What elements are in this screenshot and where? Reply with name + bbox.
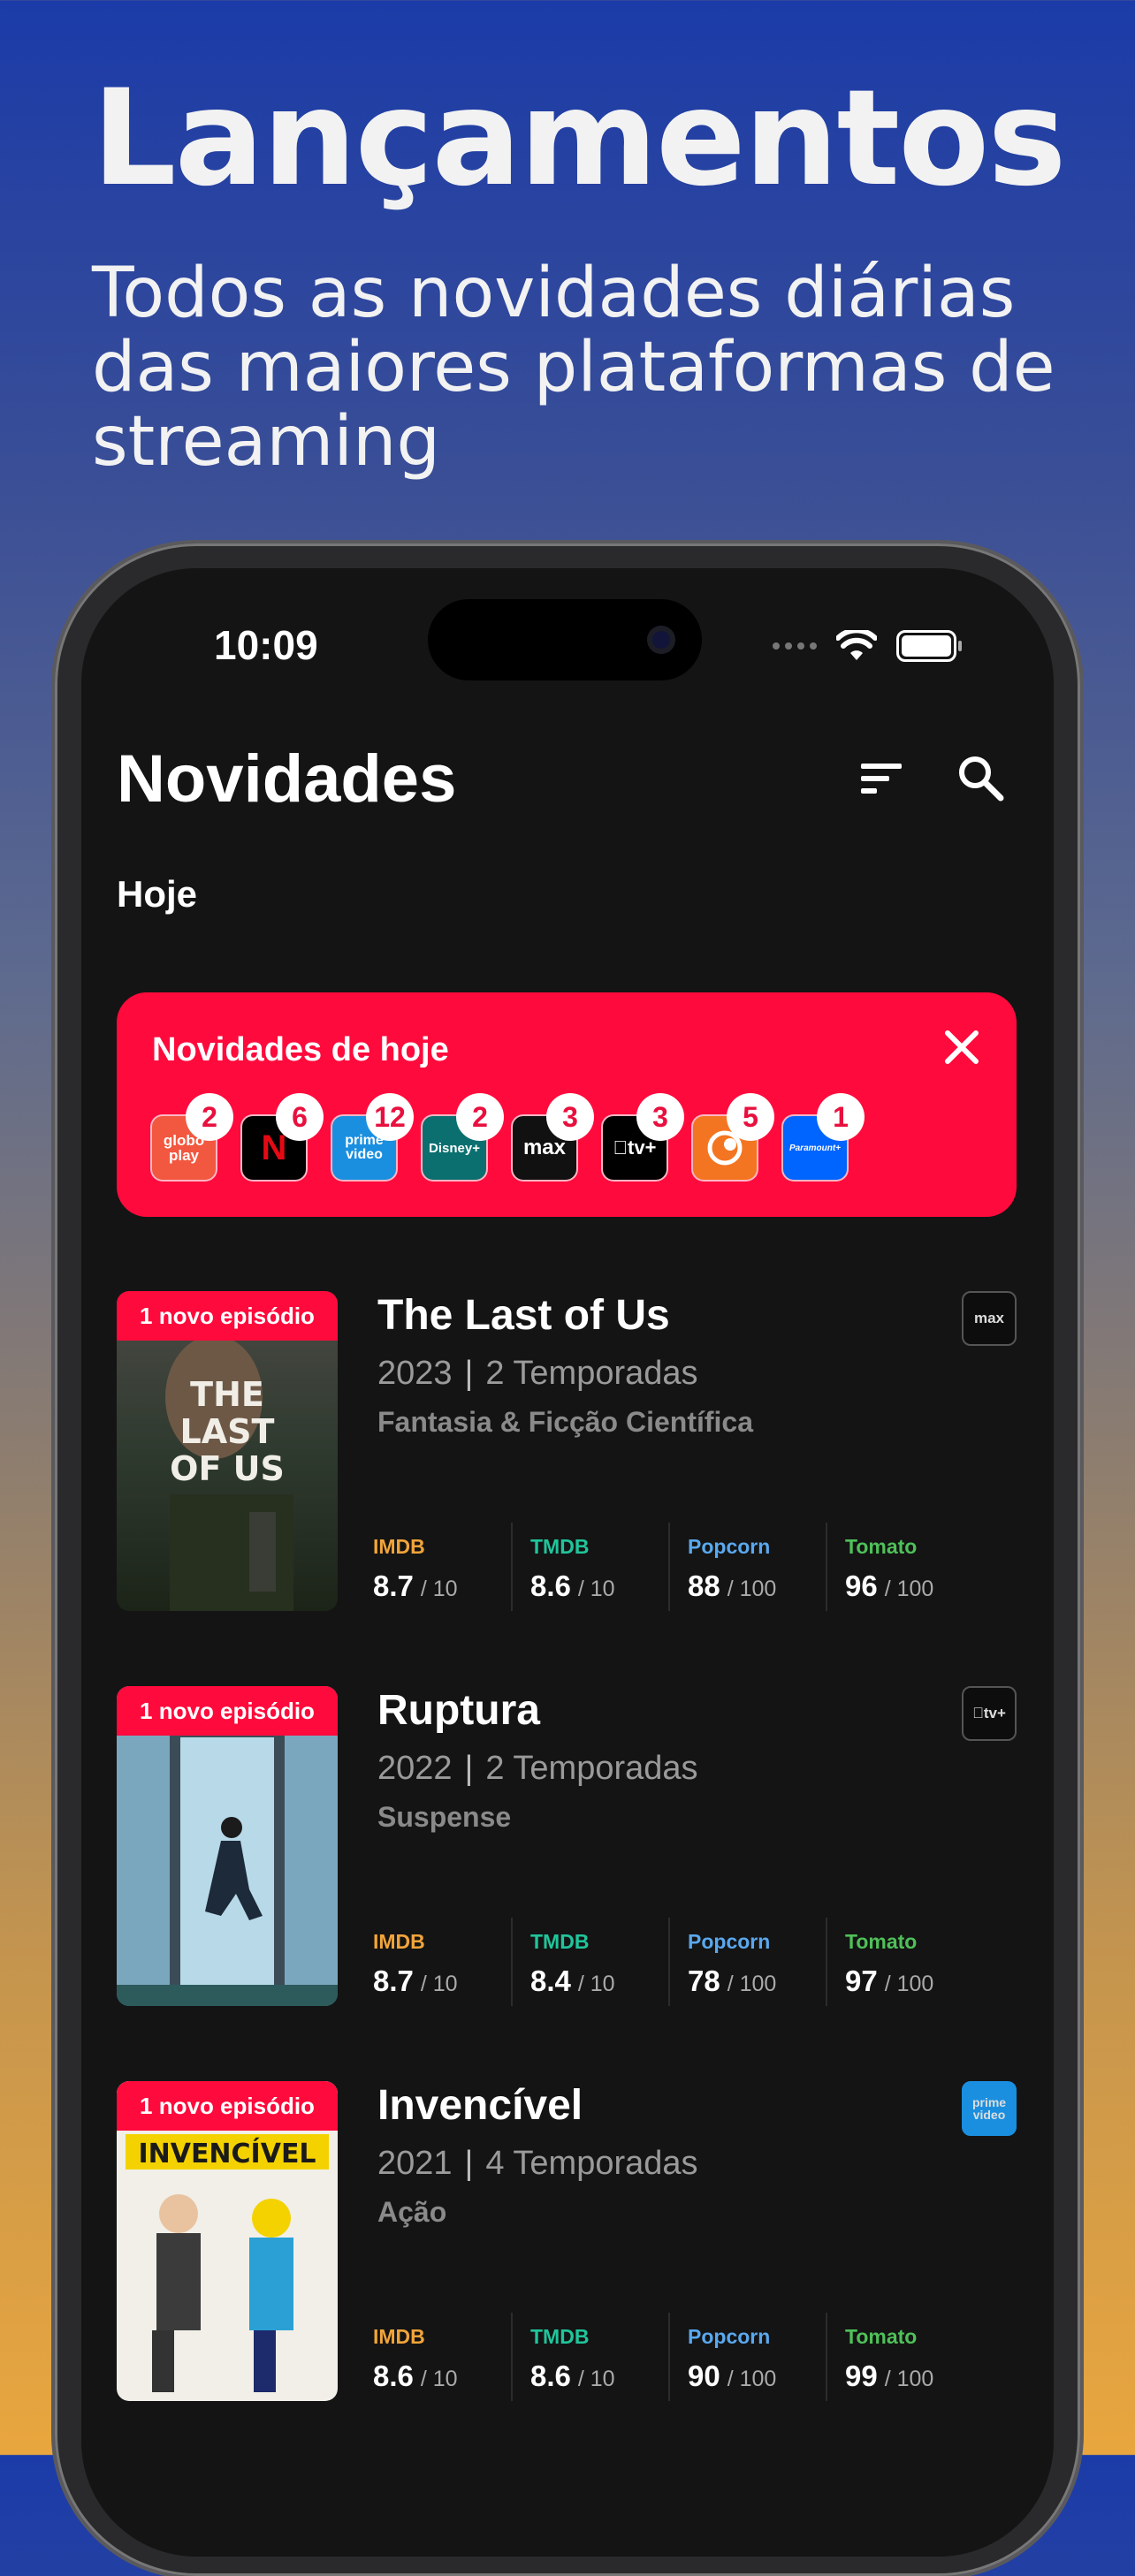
new-episode-badge: 1 novo episódio (117, 2081, 338, 2131)
rating-popcorn: Popcorn 90/ 100 (668, 2313, 826, 2401)
rating-tmdb: TMDB 8.6/ 10 (511, 2313, 668, 2401)
rating-tmdb: TMDB 8.4/ 10 (511, 1918, 668, 2006)
provider-max[interactable]: max 3 (513, 1093, 594, 1180)
show-poster: INVENCÍVEL 1 novo episódio (117, 2081, 338, 2401)
show-meta: 2022 | 2 Temporadas (377, 1750, 698, 1787)
sort-icon[interactable] (859, 758, 903, 799)
page-title: Novidades (117, 741, 457, 817)
show-meta: 2021 | 4 Temporadas (377, 2145, 698, 2182)
provider-count-badge: 3 (636, 1093, 684, 1141)
show-title: Invencível (377, 2082, 583, 2129)
show-title: Ruptura (377, 1687, 540, 1734)
rating-tomato: Tomato 99/ 100 (826, 2313, 983, 2401)
hero-subtitle: Todos as novidades diárias das maiores p… (92, 254, 1055, 482)
provider-count-badge: 1 (817, 1093, 865, 1141)
phone-frame: 10:09 Novidades Hoje Novidades de hoje g… (55, 543, 1080, 2576)
wifi-icon (836, 630, 877, 660)
rating-imdb: IMDB 8.7/ 10 (373, 1535, 458, 1602)
close-icon[interactable] (942, 1028, 981, 1067)
show-card[interactable]: THE LAST OF US 1 novo episódio The Last … (117, 1291, 1017, 1611)
show-card[interactable]: INVENCÍVEL 1 novo episódio Invencível 20… (117, 2081, 1017, 2401)
apple-tv-plus-logo-icon: tv+ (613, 1136, 657, 1159)
ratings-row: IMDB 8.7/ 10 TMDB 8.4/ 10 Popcorn 78/ 100 T… (373, 1918, 983, 2006)
cellular-signal-icon (773, 642, 817, 650)
dynamic-island (428, 599, 702, 680)
show-title: The Last of Us (377, 1292, 670, 1339)
provider-disney-plus[interactable]: Disney+ 2 (423, 1093, 504, 1180)
provider-count-badge: 3 (546, 1093, 594, 1141)
banner-title: Novidades de hoje (152, 1031, 449, 1068)
apple-tv-plus-platform-icon: tv+ (962, 1686, 1017, 1741)
phone-screen: 10:09 Novidades Hoje Novidades de hoje g… (81, 568, 1054, 2557)
svg-text:OF US: OF US (170, 1449, 285, 1488)
provider-globoplay[interactable]: globo play 2 (152, 1093, 233, 1180)
poster-title-text: THE (190, 1375, 264, 1414)
provider-count-badge: 5 (727, 1093, 774, 1141)
provider-count-badge: 2 (186, 1093, 233, 1141)
rating-imdb: IMDB 8.7/ 10 (373, 1930, 458, 1997)
status-time: 10:09 (214, 622, 318, 668)
rating-popcorn: Popcorn 88/ 100 (668, 1523, 826, 1611)
paramount-plus-logo-icon: Paramount+ (788, 1143, 842, 1153)
status-icons (773, 630, 962, 662)
section-title-today: Hoje (117, 873, 198, 915)
provider-prime-video[interactable]: prime video 12 (332, 1093, 414, 1180)
search-icon[interactable] (956, 754, 1004, 802)
show-card[interactable]: 1 novo episódio Ruptura 2022 | 2 Temporada… (117, 1686, 1017, 2006)
max-platform-icon: max (962, 1291, 1017, 1346)
provider-list: globo play 2 N 6 prime video 12 Disney+ … (152, 1093, 865, 1180)
rating-tmdb: TMDB 8.6/ 10 (511, 1523, 668, 1611)
prime-video-platform-icon: prime video (962, 2081, 1017, 2136)
today-banner[interactable]: Novidades de hoje globo play 2 N 6 prime… (117, 992, 1017, 1217)
battery-icon (896, 630, 962, 662)
rating-imdb: IMDB 8.6/ 10 (373, 2325, 458, 2392)
provider-count-badge: 6 (276, 1093, 324, 1141)
show-genre: Ação (377, 2196, 447, 2228)
disney-plus-logo-icon: Disney+ (429, 1140, 480, 1156)
hero-title: Lançamentos (92, 62, 1067, 216)
rating-tomato: Tomato 96/ 100 (826, 1523, 983, 1611)
provider-count-badge: 2 (456, 1093, 504, 1141)
rating-tomato: Tomato 97/ 100 (826, 1918, 983, 2006)
show-genre: Fantasia & Ficção Científica (377, 1406, 754, 1438)
provider-apple-tv-plus[interactable]: tv+ 3 (603, 1093, 684, 1180)
new-episode-badge: 1 novo episódio (117, 1686, 338, 1736)
provider-count-badge: 12 (366, 1093, 414, 1141)
svg-text:LAST: LAST (180, 1412, 275, 1451)
show-poster: THE LAST OF US 1 novo episódio (117, 1291, 338, 1611)
provider-crunchyroll[interactable]: 5 (693, 1093, 774, 1180)
camera-icon (647, 626, 675, 654)
show-genre: Suspense (377, 1801, 512, 1833)
provider-paramount-plus[interactable]: Paramount+ 1 (783, 1093, 865, 1180)
ratings-row: IMDB 8.6/ 10 TMDB 8.6/ 10 Popcorn 90/ 100 T… (373, 2313, 983, 2401)
new-episode-badge: 1 novo episódio (117, 1291, 338, 1341)
rating-popcorn: Popcorn 78/ 100 (668, 1918, 826, 2006)
show-meta: 2023 | 2 Temporadas (377, 1355, 698, 1392)
max-logo-icon: max (522, 1136, 567, 1159)
show-poster: 1 novo episódio (117, 1686, 338, 2006)
ratings-row: IMDB 8.7/ 10 TMDB 8.6/ 10 Popcorn 88/ 100 T… (373, 1523, 983, 1611)
poster-title-text: INVENCÍVEL (138, 2138, 316, 2169)
provider-netflix[interactable]: N 6 (242, 1093, 324, 1180)
